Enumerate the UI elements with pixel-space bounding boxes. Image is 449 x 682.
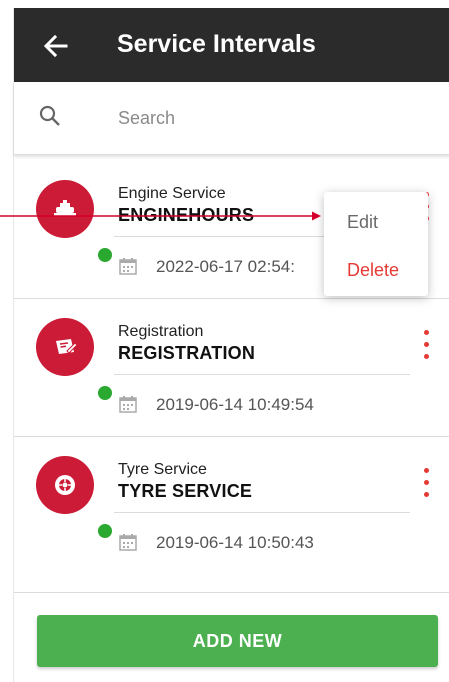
kebab-dot bbox=[424, 342, 429, 347]
service-type-label: Tyre Service bbox=[118, 461, 207, 478]
avatar bbox=[36, 180, 114, 264]
service-name: REGISTRATION bbox=[118, 343, 256, 363]
more-options-button[interactable] bbox=[416, 328, 436, 362]
arrow-left-icon bbox=[43, 34, 68, 58]
calendar-icon bbox=[119, 396, 137, 413]
calendar-icon bbox=[119, 534, 137, 551]
service-date: 2022-06-17 02:54: bbox=[156, 257, 295, 276]
menu-item-delete[interactable]: Delete bbox=[324, 248, 428, 292]
search-bar bbox=[14, 82, 449, 155]
avatar bbox=[36, 318, 114, 402]
status-online-dot bbox=[96, 384, 114, 402]
kebab-dot bbox=[424, 330, 429, 335]
app-header: Service Intervals bbox=[14, 8, 449, 82]
avatar bbox=[36, 456, 114, 540]
annotation-arrow-icon bbox=[0, 211, 321, 221]
service-date: 2019-06-14 10:50:43 bbox=[156, 533, 314, 552]
page-title: Service Intervals bbox=[117, 30, 316, 58]
more-options-button[interactable] bbox=[416, 466, 436, 500]
calendar-icon bbox=[119, 258, 137, 275]
registration-card-icon bbox=[56, 339, 78, 354]
list-item[interactable]: Registration REGISTRATION 2019-06-14 10:… bbox=[14, 298, 449, 437]
divider bbox=[114, 512, 410, 513]
kebab-dot bbox=[424, 468, 429, 473]
service-date: 2019-06-14 10:49:54 bbox=[156, 395, 314, 414]
list-item[interactable]: Tyre Service TYRE SERVICE 2019-06-14 10:… bbox=[14, 436, 449, 574]
service-name: TYRE SERVICE bbox=[118, 481, 253, 501]
kebab-dot bbox=[424, 492, 429, 497]
add-new-button[interactable]: ADD NEW bbox=[37, 615, 438, 667]
service-type-label: Registration bbox=[118, 323, 204, 340]
service-intervals-screen: Service Intervals Engine Service ENGINEH… bbox=[13, 8, 449, 682]
menu-item-edit[interactable]: Edit bbox=[324, 200, 428, 244]
tyre-icon bbox=[55, 475, 75, 495]
kebab-dot bbox=[424, 480, 429, 485]
context-menu: Edit Delete bbox=[324, 192, 428, 296]
search-icon bbox=[39, 105, 60, 126]
search-input[interactable] bbox=[118, 104, 428, 132]
status-online-dot bbox=[96, 522, 114, 540]
footer-separator bbox=[14, 592, 449, 593]
service-type-label: Engine Service bbox=[118, 185, 226, 202]
status-online-dot bbox=[96, 246, 114, 264]
divider bbox=[114, 374, 410, 375]
back-button[interactable] bbox=[36, 26, 76, 66]
kebab-dot bbox=[424, 354, 429, 359]
